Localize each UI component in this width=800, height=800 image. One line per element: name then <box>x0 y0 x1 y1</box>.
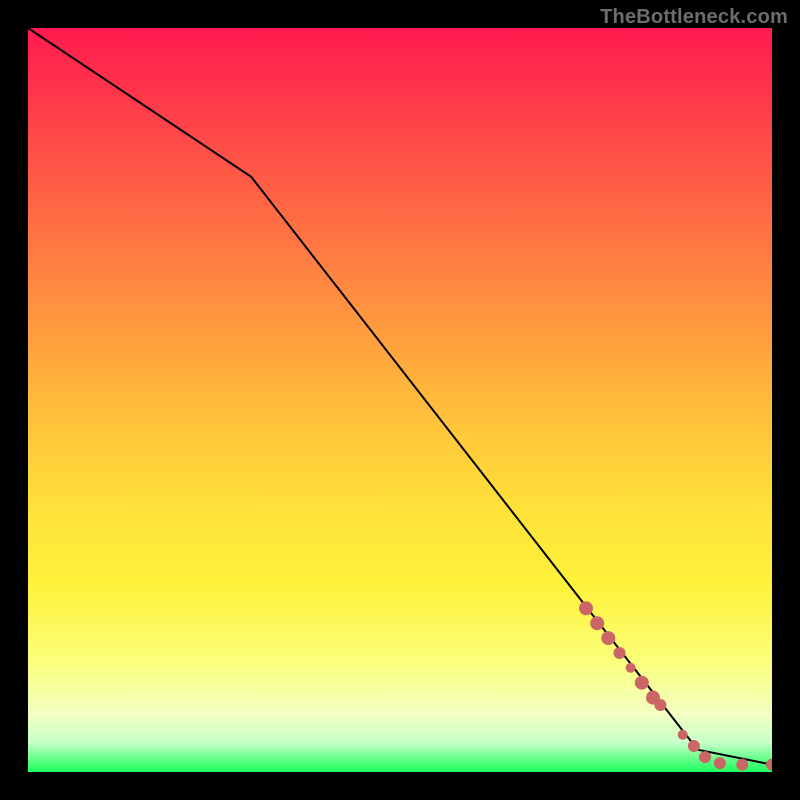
marker-dot <box>579 601 593 615</box>
marker-dot <box>614 647 626 659</box>
marker-dot <box>678 730 688 740</box>
main-curve <box>28 28 772 765</box>
highlight-markers <box>579 601 772 770</box>
watermark-text: TheBottleneck.com <box>600 6 788 29</box>
marker-dot <box>626 663 636 673</box>
marker-dot <box>635 676 649 690</box>
marker-dot <box>699 751 711 763</box>
chart-frame: TheBottleneck.com <box>0 0 800 800</box>
chart-svg <box>28 28 772 772</box>
marker-dot <box>766 759 772 771</box>
marker-dot <box>688 740 700 752</box>
marker-dot <box>714 757 726 769</box>
plot-background <box>28 28 772 772</box>
marker-dot <box>590 616 604 630</box>
marker-dot <box>654 699 666 711</box>
marker-dot <box>601 631 615 645</box>
marker-dot <box>736 759 748 771</box>
